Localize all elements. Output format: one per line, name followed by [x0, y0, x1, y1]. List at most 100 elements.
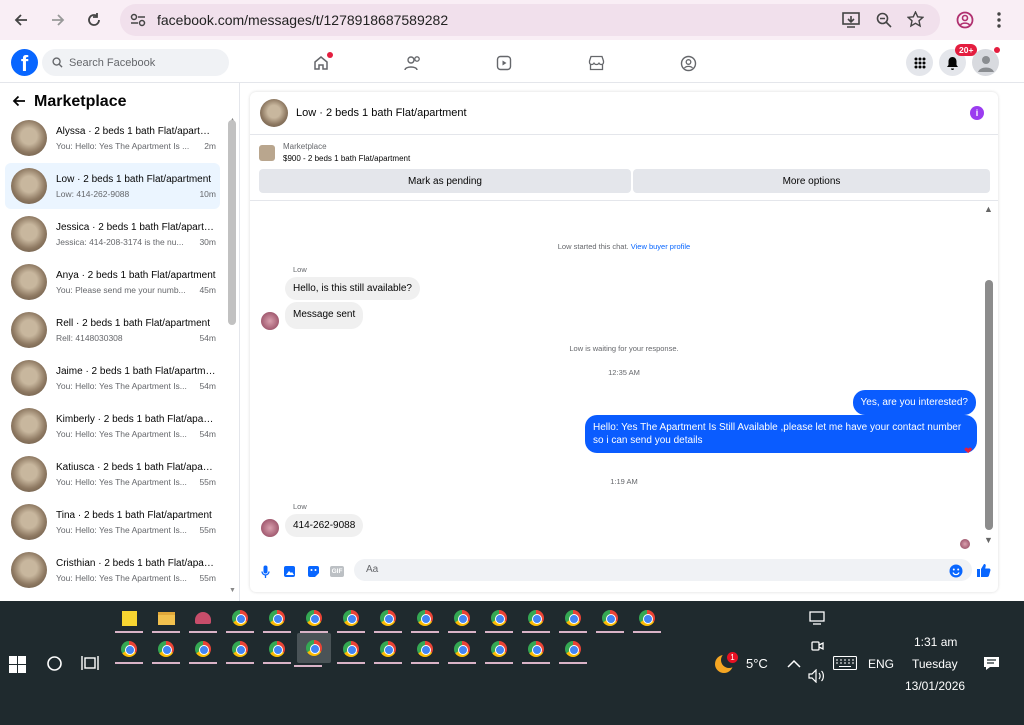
- account-avatar[interactable]: [972, 49, 999, 76]
- heart-reaction-icon[interactable]: ❤: [964, 446, 972, 457]
- tray-overflow-chevron-icon[interactable]: [787, 658, 801, 672]
- profile-icon[interactable]: [956, 11, 974, 32]
- chrome-window-icon[interactable]: [522, 638, 550, 664]
- sender-avatar[interactable]: [261, 519, 279, 537]
- conversation-item[interactable]: Jaime · 2 beds 1 bath Flat/apartment You:…: [5, 355, 220, 401]
- chrome-window-icon[interactable]: [522, 607, 550, 633]
- file-explorer-app-icon[interactable]: [152, 607, 180, 633]
- conversation-item[interactable]: Cristhian · 2 beds 1 bath Flat/apartment…: [5, 547, 220, 593]
- conversation-item[interactable]: Low · 2 beds 1 bath Flat/apartment Low: 4…: [5, 163, 220, 209]
- install-app-icon[interactable]: [842, 12, 860, 31]
- chrome-window-icon[interactable]: [226, 638, 254, 664]
- emoji-icon[interactable]: [949, 564, 963, 581]
- gif-icon[interactable]: GIF: [330, 566, 344, 577]
- chrome-window-icon[interactable]: [374, 607, 402, 633]
- microphone-icon[interactable]: [261, 565, 270, 582]
- search-circle-icon[interactable]: [46, 655, 63, 675]
- chrome-window-icon[interactable]: [337, 638, 365, 664]
- friends-icon[interactable]: [403, 54, 423, 72]
- browser-menu-icon[interactable]: [996, 11, 1002, 32]
- network-display-icon[interactable]: [809, 611, 827, 628]
- chrome-window-icon[interactable]: [633, 607, 661, 633]
- forward-icon[interactable]: [40, 2, 76, 38]
- chrome-window-icon[interactable]: [226, 607, 254, 633]
- listing-info[interactable]: Marketplace $900 - 2 beds 1 bath Flat/ap…: [259, 142, 410, 163]
- chrome-window-icon[interactable]: [448, 607, 476, 633]
- windows-start-icon[interactable]: [9, 656, 26, 676]
- task-view-icon[interactable]: [81, 655, 99, 674]
- chrome-window-icon[interactable]: [559, 607, 587, 633]
- keyboard-icon[interactable]: [832, 655, 858, 673]
- chrome-window-icon[interactable]: [485, 607, 513, 633]
- chrome-window-icon[interactable]: [115, 638, 143, 664]
- site-info-icon[interactable]: [130, 13, 146, 30]
- conversation-avatar: [11, 456, 47, 492]
- info-icon[interactable]: i: [970, 106, 984, 120]
- volume-icon[interactable]: [808, 668, 826, 686]
- chrome-window-icon[interactable]: [485, 638, 513, 664]
- sidebar-scroll-down-icon[interactable]: ▼: [229, 587, 236, 594]
- incoming-message[interactable]: Message sent: [285, 302, 364, 329]
- back-icon[interactable]: [3, 2, 39, 38]
- conversation-item[interactable]: Kimberly · 2 beds 1 bath Flat/apartment Y…: [5, 403, 220, 449]
- sender-avatar[interactable]: [261, 312, 279, 330]
- chat-scroll-up-icon[interactable]: ▲: [984, 204, 993, 214]
- reload-icon[interactable]: [76, 2, 112, 38]
- marketplace-icon[interactable]: [586, 54, 606, 72]
- zoom-icon[interactable]: [876, 12, 892, 31]
- chat-avatar[interactable]: [260, 99, 288, 127]
- chrome-window-icon[interactable]: [189, 638, 217, 664]
- chrome-window-icon[interactable]: [263, 607, 291, 633]
- chrome-window-icon[interactable]: [263, 638, 291, 664]
- sidebar-scrollbar[interactable]: [228, 120, 236, 325]
- more-options-button[interactable]: More options: [633, 169, 990, 193]
- home-icon[interactable]: [311, 52, 333, 72]
- address-bar[interactable]: facebook.com/messages/t/1278918687589282: [120, 4, 940, 36]
- conversation-item[interactable]: Alyssa · 2 beds 1 bath Flat/apartment You…: [5, 115, 220, 161]
- message-input[interactable]: Aa: [354, 559, 972, 581]
- back-arrow-icon[interactable]: [12, 91, 26, 112]
- chrome-window-icon[interactable]: [337, 607, 365, 633]
- incoming-message[interactable]: Hello, is this still available?: [285, 277, 420, 300]
- like-thumb-icon[interactable]: [976, 563, 991, 581]
- view-buyer-profile-link[interactable]: View buyer profile: [631, 242, 690, 251]
- chrome-window-icon[interactable]: [374, 638, 402, 664]
- menu-grid-icon[interactable]: [906, 49, 933, 76]
- chrome-window-icon[interactable]: [596, 607, 624, 633]
- pinned-app-icon[interactable]: [189, 607, 217, 633]
- incoming-message[interactable]: 414-262-9088: [285, 514, 364, 537]
- chrome-window-icon[interactable]: [300, 607, 328, 633]
- photo-icon[interactable]: [283, 565, 296, 581]
- chat-title[interactable]: Low · 2 beds 1 bath Flat/apartment: [296, 107, 467, 119]
- clock-time[interactable]: 1:31 am: [914, 635, 957, 649]
- chrome-window-icon[interactable]: [152, 638, 180, 664]
- chrome-window-icon[interactable]: [448, 638, 476, 664]
- notification-center-icon[interactable]: [983, 656, 1000, 674]
- chrome-window-icon[interactable]: [559, 638, 587, 664]
- temperature-text[interactable]: 5°C: [746, 656, 768, 671]
- chat-scrollbar[interactable]: [985, 280, 993, 530]
- conversation-item[interactable]: Jessica · 2 beds 1 bath Flat/apartment Je…: [5, 211, 220, 257]
- bookmark-star-icon[interactable]: [906, 10, 925, 31]
- clock-day[interactable]: Tuesday: [912, 657, 958, 671]
- chrome-window-icon[interactable]: [294, 633, 331, 667]
- facebook-logo-icon[interactable]: f: [11, 49, 38, 76]
- sticky-notes-app-icon[interactable]: [115, 607, 143, 633]
- outgoing-message[interactable]: Yes, are you interested?: [852, 390, 976, 415]
- groups-icon[interactable]: [678, 54, 698, 72]
- conversation-item[interactable]: Katiusca · 2 beds 1 bath Flat/apartment Y…: [5, 451, 220, 497]
- conversation-item[interactable]: Anya · 2 beds 1 bath Flat/apartment You: …: [5, 259, 220, 305]
- chat-scroll-down-icon[interactable]: ▼: [984, 535, 993, 545]
- search-input[interactable]: Search Facebook: [42, 49, 229, 76]
- meet-icon[interactable]: [810, 639, 824, 656]
- conversation-item[interactable]: Tina · 2 beds 1 bath Flat/apartment You: …: [5, 499, 220, 545]
- video-icon[interactable]: [494, 54, 514, 72]
- chrome-window-icon[interactable]: [411, 607, 439, 633]
- mark-pending-button[interactable]: Mark as pending: [259, 169, 631, 193]
- sticker-icon[interactable]: [307, 565, 320, 581]
- chrome-window-icon[interactable]: [411, 638, 439, 664]
- clock-date[interactable]: 13/01/2026: [905, 679, 965, 693]
- outgoing-message[interactable]: Hello: Yes The Apartment Is Still Availa…: [585, 415, 977, 453]
- language-indicator[interactable]: ENG: [868, 657, 894, 671]
- conversation-item[interactable]: Rell · 2 beds 1 bath Flat/apartment Rell:…: [5, 307, 220, 353]
